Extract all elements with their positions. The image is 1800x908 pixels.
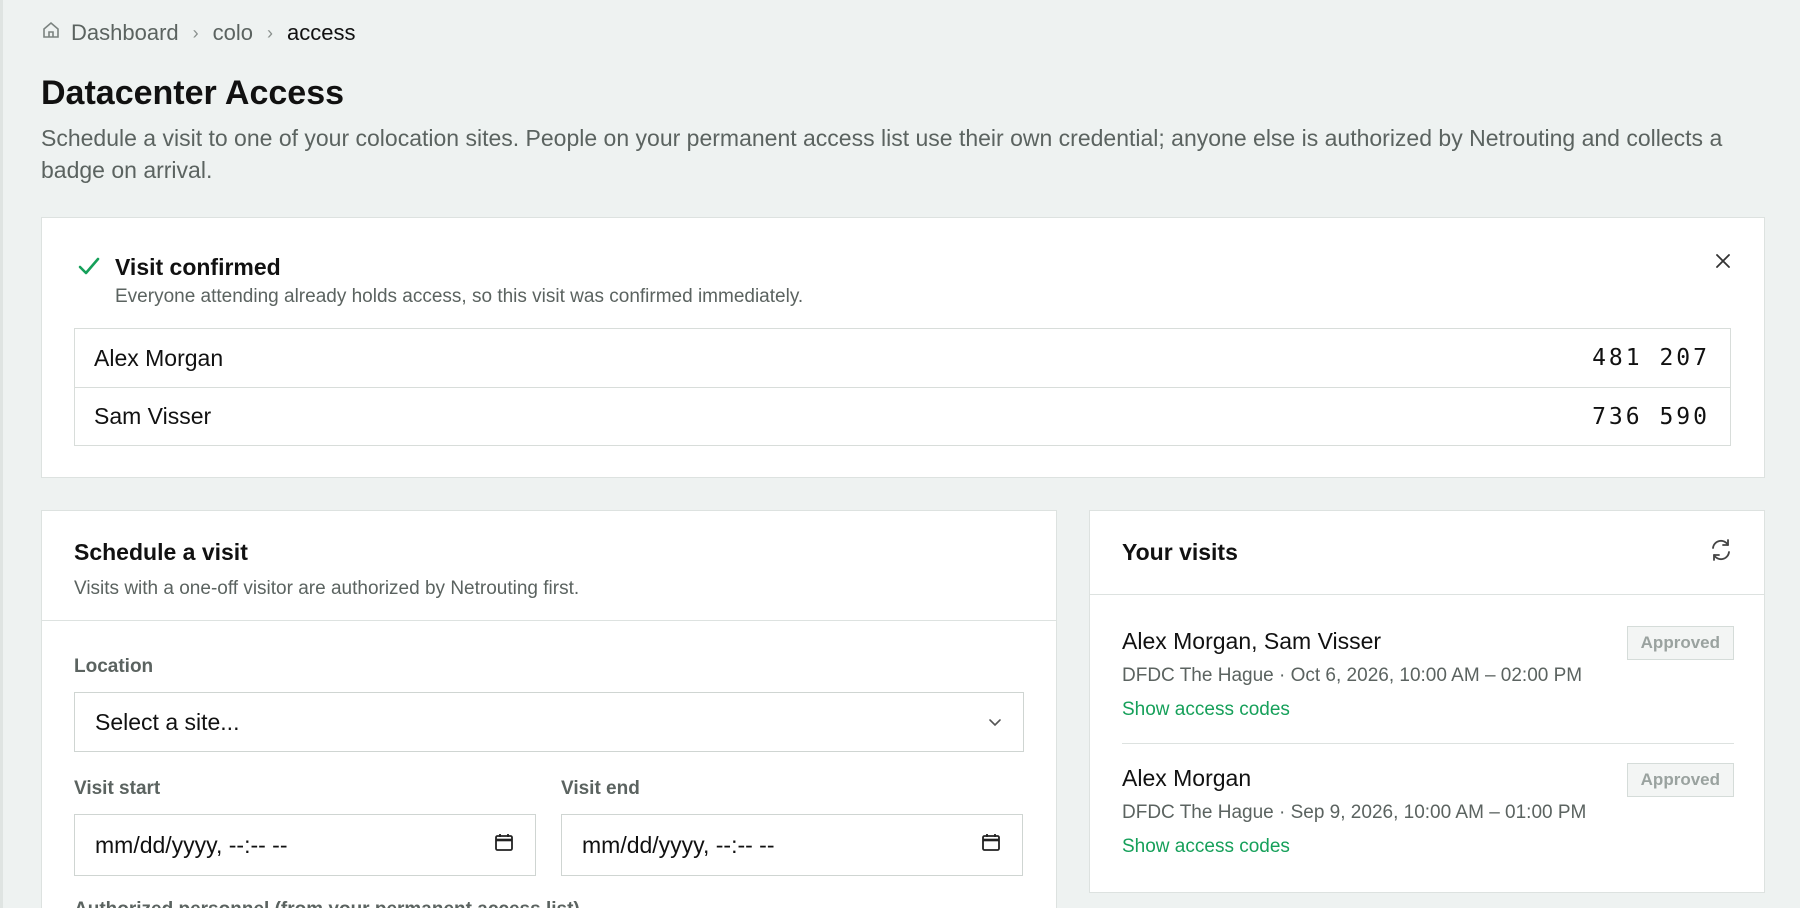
breadcrumb-colo[interactable]: colo	[213, 20, 253, 46]
visits-header: Your visits	[1090, 511, 1764, 595]
schedule-header: Schedule a visit Visits with a one-off v…	[42, 511, 1056, 621]
person-name: Sam Visser	[94, 403, 212, 429]
chevron-down-icon	[987, 709, 1003, 736]
show-access-codes-link[interactable]: Show access codes	[1122, 836, 1734, 858]
visit-start-label: Visit start	[74, 778, 161, 799]
visit-item: Alex Morgan, Sam Visser DFDC The Hague ·…	[1122, 626, 1734, 721]
your-visits-card: Your visits Alex Morgan, Sam Visser DFDC…	[1089, 510, 1765, 893]
confirm-description: Everyone attending already holds access,…	[115, 286, 804, 307]
visit-start-value: mm/dd/yyyy, --:-- --	[95, 831, 288, 858]
refresh-icon[interactable]	[1708, 537, 1734, 568]
person-name: Alex Morgan	[94, 344, 224, 371]
home-icon	[41, 20, 61, 46]
visit-start-input[interactable]: mm/dd/yyyy, --:-- --	[74, 814, 536, 876]
page: Dashboard › colo › access Datacenter Acc…	[0, 0, 1800, 908]
access-code: 481 207	[1592, 345, 1710, 371]
visit-details: DFDC The Hague · Oct 6, 2026, 10:00 AM –…	[1122, 665, 1583, 686]
access-code-row: Sam Visser 736 590	[75, 387, 1730, 445]
calendar-icon[interactable]	[980, 831, 1002, 859]
calendar-icon[interactable]	[493, 831, 515, 859]
chevron-right-icon: ›	[192, 22, 199, 43]
visit-divider	[1122, 743, 1734, 744]
schedule-title: Schedule a visit	[74, 539, 248, 565]
breadcrumb: Dashboard › colo › access	[41, 18, 355, 48]
status-badge: Approved	[1626, 763, 1734, 797]
confirm-title: Visit confirmed	[115, 254, 281, 280]
breadcrumb-home[interactable]: Dashboard	[41, 20, 179, 46]
location-value: Select a site...	[95, 708, 240, 735]
chevron-right-icon: ›	[267, 22, 273, 43]
visit-item: Alex Morgan DFDC The Hague · Sep 9, 2026…	[1122, 763, 1734, 858]
personnel-label: Authorized personnel (from your permanen…	[74, 899, 580, 908]
location-select[interactable]: Select a site...	[74, 692, 1024, 752]
access-code: 736 590	[1592, 403, 1710, 430]
breadcrumb-dashboard[interactable]: Dashboard	[71, 20, 179, 46]
visits-title: Your visits	[1122, 539, 1238, 565]
visit-end-value: mm/dd/yyyy, --:-- --	[582, 831, 775, 858]
schedule-visit-card: Schedule a visit Visits with a one-off v…	[41, 510, 1057, 908]
status-badge: Approved	[1626, 626, 1734, 660]
location-label: Location	[74, 656, 154, 677]
access-code-row: Alex Morgan 481 207	[75, 329, 1730, 387]
close-icon[interactable]	[1712, 250, 1734, 277]
schedule-description: Visits with a one-off visitor are author…	[74, 578, 580, 599]
visit-confirmed-card: Visit confirmed Everyone attending alrea…	[41, 217, 1765, 478]
show-access-codes-link[interactable]: Show access codes	[1122, 699, 1734, 721]
access-codes-table: Alex Morgan 481 207 Sam Visser 736 590	[74, 328, 1731, 446]
visit-end-label: Visit end	[561, 778, 640, 799]
visit-end-input[interactable]: mm/dd/yyyy, --:-- --	[561, 814, 1023, 876]
breadcrumb-current: access	[287, 20, 356, 45]
visit-details: DFDC The Hague · Sep 9, 2026, 10:00 AM –…	[1122, 802, 1587, 823]
check-icon	[76, 253, 102, 284]
page-subtitle: Schedule a visit to one of your colocati…	[41, 125, 1723, 183]
page-title: Datacenter Access	[41, 74, 345, 112]
